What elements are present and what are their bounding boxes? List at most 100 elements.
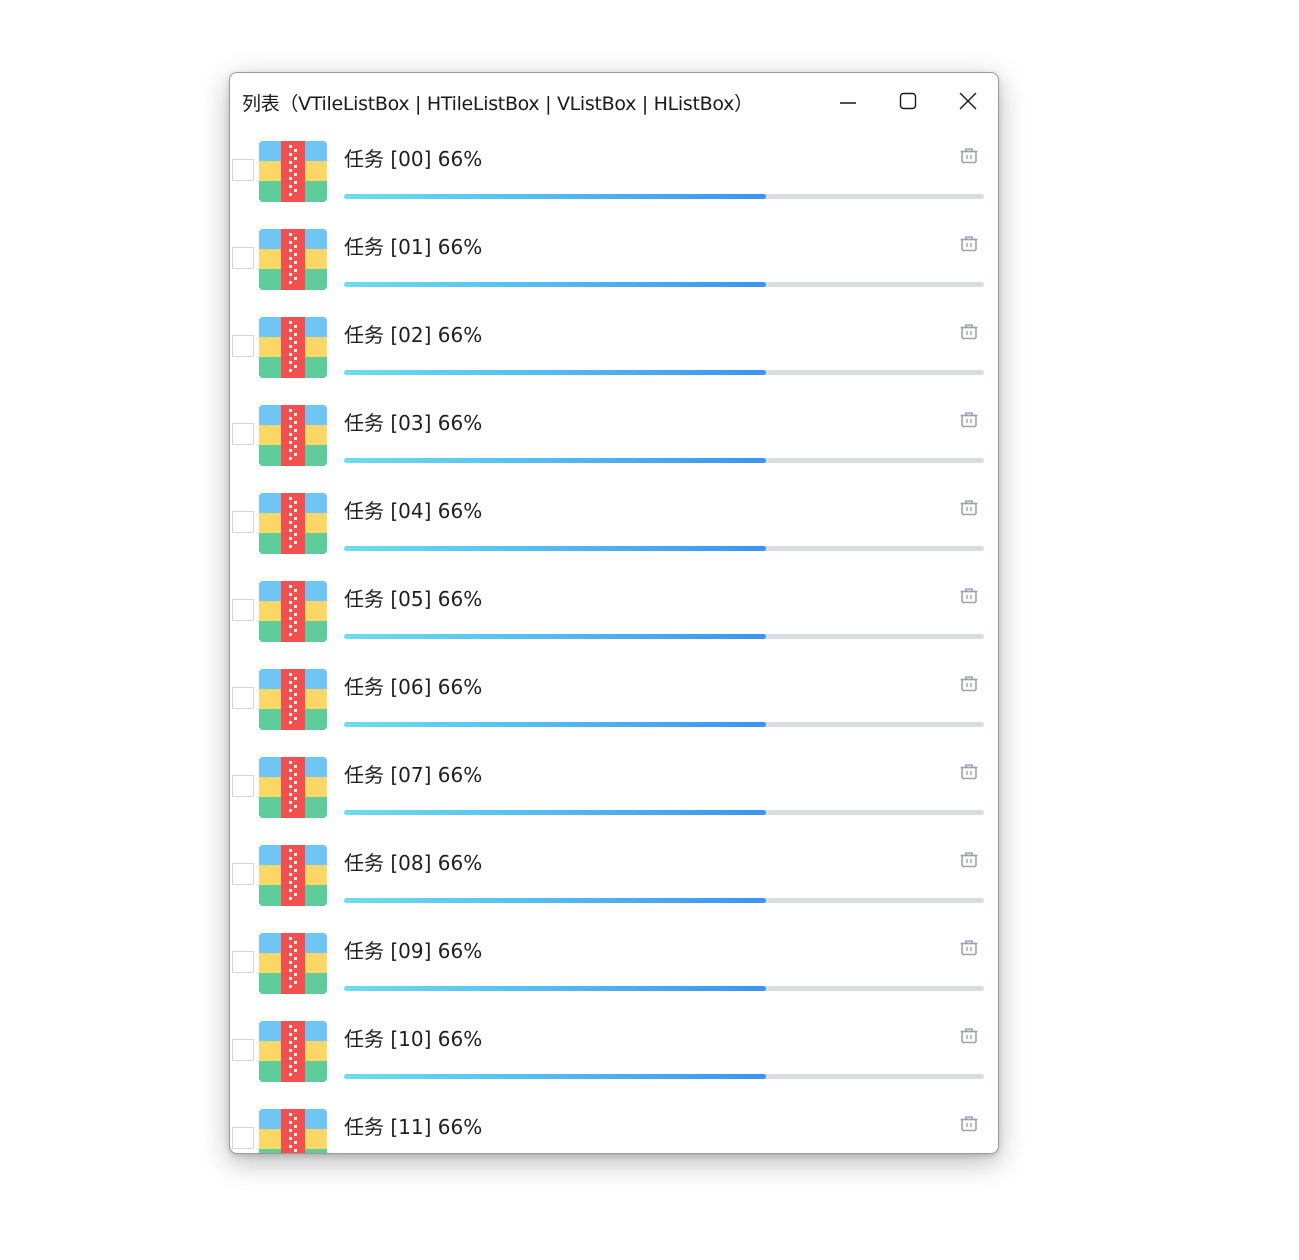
item-checkbox[interactable]	[232, 423, 254, 445]
trash-icon	[960, 676, 978, 692]
zip-archive-icon	[259, 141, 327, 202]
task-label: 任务 [08] 66%	[344, 851, 483, 875]
delete-button[interactable]	[956, 495, 982, 521]
list-item[interactable]: 任务 [07] 66%	[230, 745, 998, 833]
item-checkbox[interactable]	[232, 1127, 254, 1149]
zip-archive-icon	[259, 317, 327, 378]
zip-archive-icon	[259, 757, 327, 818]
progress-bar	[344, 1074, 984, 1079]
progress-fill	[344, 810, 767, 815]
list-item[interactable]: 任务 [06] 66%	[230, 657, 998, 745]
item-checkbox[interactable]	[232, 1039, 254, 1061]
progress-bar	[344, 986, 984, 991]
zip-archive-icon	[259, 405, 327, 466]
title-bar[interactable]: 列表（VTileListBox | HTileListBox | VListBo…	[230, 73, 998, 129]
task-list[interactable]: 任务 [00] 66% 任务 [01] 66% 任务 [02] 66% 任务 […	[230, 129, 998, 1153]
item-checkbox[interactable]	[232, 335, 254, 357]
close-icon	[959, 92, 977, 110]
item-checkbox[interactable]	[232, 951, 254, 973]
list-item[interactable]: 任务 [00] 66%	[230, 129, 998, 217]
delete-button[interactable]	[956, 935, 982, 961]
list-window: 列表（VTileListBox | HTileListBox | VListBo…	[229, 72, 999, 1154]
item-checkbox[interactable]	[232, 511, 254, 533]
zip-archive-icon	[259, 1021, 327, 1082]
progress-fill	[344, 194, 767, 199]
item-checkbox[interactable]	[232, 775, 254, 797]
trash-icon	[960, 236, 978, 252]
zip-archive-icon	[259, 845, 327, 906]
task-label: 任务 [05] 66%	[344, 587, 483, 611]
trash-icon	[960, 1116, 978, 1132]
progress-fill	[344, 282, 767, 287]
list-item[interactable]: 任务 [03] 66%	[230, 393, 998, 481]
progress-fill	[344, 634, 767, 639]
progress-bar	[344, 722, 984, 727]
task-label: 任务 [11] 66%	[344, 1115, 483, 1139]
zip-archive-icon	[259, 933, 327, 994]
zip-archive-icon	[259, 1109, 327, 1153]
trash-icon	[960, 324, 978, 340]
list-item[interactable]: 任务 [10] 66%	[230, 1009, 998, 1097]
delete-button[interactable]	[956, 319, 982, 345]
maximize-button[interactable]	[888, 83, 928, 119]
task-label: 任务 [00] 66%	[344, 147, 483, 171]
progress-bar	[344, 810, 984, 815]
progress-fill	[344, 986, 767, 991]
delete-button[interactable]	[956, 231, 982, 257]
delete-button[interactable]	[956, 1111, 982, 1137]
delete-button[interactable]	[956, 847, 982, 873]
zip-archive-icon	[259, 229, 327, 290]
delete-button[interactable]	[956, 759, 982, 785]
list-item[interactable]: 任务 [04] 66%	[230, 481, 998, 569]
close-button[interactable]	[948, 83, 988, 119]
delete-button[interactable]	[956, 671, 982, 697]
progress-fill	[344, 722, 767, 727]
list-item[interactable]: 任务 [08] 66%	[230, 833, 998, 921]
item-checkbox[interactable]	[232, 247, 254, 269]
task-label: 任务 [09] 66%	[344, 939, 483, 963]
zip-archive-icon	[259, 669, 327, 730]
trash-icon	[960, 148, 978, 164]
task-label: 任务 [02] 66%	[344, 323, 483, 347]
progress-bar	[344, 546, 984, 551]
trash-icon	[960, 852, 978, 868]
delete-button[interactable]	[956, 583, 982, 609]
minimize-icon	[840, 102, 856, 104]
list-item[interactable]: 任务 [11] 66%	[230, 1097, 998, 1153]
item-checkbox[interactable]	[232, 599, 254, 621]
zip-archive-icon	[259, 493, 327, 554]
item-checkbox[interactable]	[232, 159, 254, 181]
minimize-button[interactable]	[828, 83, 868, 119]
list-item[interactable]: 任务 [01] 66%	[230, 217, 998, 305]
delete-button[interactable]	[956, 1023, 982, 1049]
zip-archive-icon	[259, 581, 327, 642]
progress-fill	[344, 898, 767, 903]
window-title: 列表（VTileListBox | HTileListBox | VListBo…	[242, 93, 753, 115]
progress-fill	[344, 458, 767, 463]
task-label: 任务 [06] 66%	[344, 675, 483, 699]
task-label: 任务 [10] 66%	[344, 1027, 483, 1051]
delete-button[interactable]	[956, 143, 982, 169]
trash-icon	[960, 588, 978, 604]
task-label: 任务 [03] 66%	[344, 411, 483, 435]
trash-icon	[960, 500, 978, 516]
item-checkbox[interactable]	[232, 863, 254, 885]
list-item[interactable]: 任务 [09] 66%	[230, 921, 998, 1009]
item-checkbox[interactable]	[232, 687, 254, 709]
delete-button[interactable]	[956, 407, 982, 433]
task-label: 任务 [01] 66%	[344, 235, 483, 259]
task-label: 任务 [04] 66%	[344, 499, 483, 523]
trash-icon	[960, 1028, 978, 1044]
progress-bar	[344, 458, 984, 463]
progress-bar	[344, 898, 984, 903]
task-label: 任务 [07] 66%	[344, 763, 483, 787]
progress-bar	[344, 194, 984, 199]
progress-fill	[344, 1074, 767, 1079]
trash-icon	[960, 940, 978, 956]
list-item[interactable]: 任务 [02] 66%	[230, 305, 998, 393]
progress-bar	[344, 282, 984, 287]
progress-bar	[344, 634, 984, 639]
progress-bar	[344, 370, 984, 375]
list-item[interactable]: 任务 [05] 66%	[230, 569, 998, 657]
maximize-icon	[899, 92, 917, 110]
